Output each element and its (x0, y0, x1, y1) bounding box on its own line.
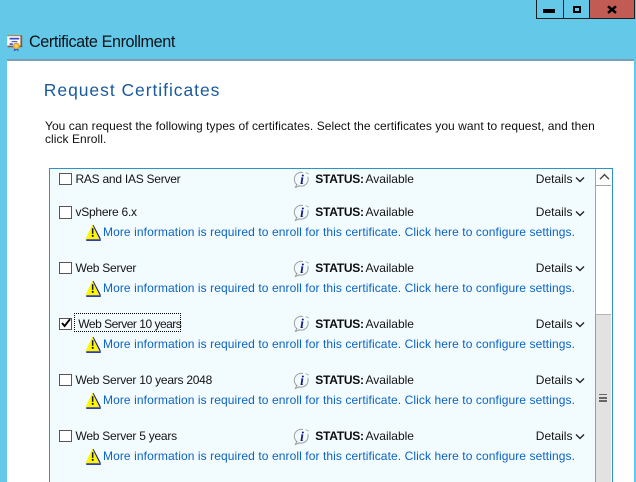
svg-text:i: i (300, 373, 304, 388)
svg-text:i: i (300, 316, 304, 331)
svg-text:i: i (300, 429, 304, 444)
svg-text:i: i (300, 261, 304, 276)
svg-text:i: i (300, 172, 304, 187)
svg-text:i: i (300, 205, 304, 220)
